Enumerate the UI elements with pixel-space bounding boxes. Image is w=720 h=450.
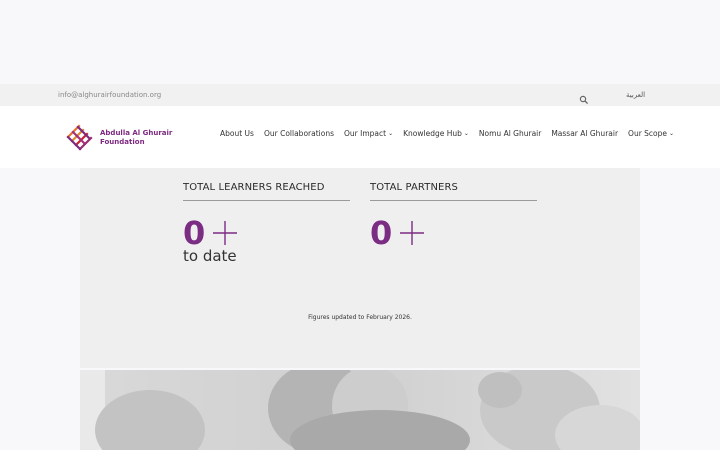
logo-text-line2: Foundation (100, 138, 145, 146)
nav-item-label: About Us (220, 129, 254, 138)
stat-number: 0 (183, 215, 350, 251)
chevron-down-icon: ⌄ (669, 130, 675, 137)
nav-item-our-impact[interactable]: Our Impact ⌄ (344, 129, 393, 138)
stat-label: TOTAL LEARNERS REACHED (183, 182, 350, 201)
nav-menu: About Us Our Collaborations Our Impact ⌄… (220, 129, 674, 138)
language-switch-link[interactable]: العربية (626, 91, 645, 99)
contact-email-link[interactable]: info@alghurairfoundation.org (58, 91, 161, 99)
foundation-logo[interactable]: Abdulla Al Ghurair Foundation (64, 123, 172, 155)
stat-total-partners: TOTAL PARTNERS 0 (370, 182, 537, 251)
stat-value: 0 (370, 214, 393, 252)
nav-item-label: Massar Al Ghurair (551, 129, 619, 138)
logo-text-line1: Abdulla Al Ghurair (100, 129, 173, 137)
stat-label: TOTAL PARTNERS (370, 182, 537, 201)
nav-item-label: Nomu Al Ghurair (478, 129, 542, 138)
nav-item-nomu-al-ghurair[interactable]: Nomu Al Ghurair (479, 129, 541, 138)
nav-item-label: Our Scope (628, 129, 668, 138)
stat-total-learners: TOTAL LEARNERS REACHED 0 to date (183, 182, 350, 265)
stat-suffix: to date (183, 247, 237, 265)
nav-item-massar-al-ghurair[interactable]: Massar Al Ghurair (551, 129, 618, 138)
figures-updated-note: Figures updated to February 2026. (308, 314, 412, 321)
nav-item-label: Our Collaborations (263, 129, 334, 138)
impact-stats-section: TOTAL LEARNERS REACHED 0 to date TOTAL P… (80, 168, 640, 368)
search-icon[interactable] (579, 90, 589, 105)
top-bar: info@alghurairfoundation.org العربية (0, 84, 720, 106)
chevron-down-icon: ⌄ (463, 130, 469, 137)
nav-item-about-us[interactable]: About Us (220, 129, 254, 138)
stat-number: 0 (370, 215, 537, 251)
hero-photo (80, 370, 640, 450)
logo-mark-icon (66, 124, 93, 151)
main-navigation: Abdulla Al Ghurair Foundation About Us O… (0, 106, 720, 168)
plus-icon (400, 221, 425, 245)
nav-item-label: Our Impact (344, 129, 387, 138)
stat-value: 0 (183, 214, 206, 252)
nav-item-label: Knowledge Hub (403, 129, 462, 138)
nav-item-our-collaborations[interactable]: Our Collaborations (264, 129, 334, 138)
plus-icon (213, 221, 238, 245)
chevron-down-icon: ⌄ (388, 130, 394, 137)
students-photo-image (80, 370, 640, 450)
nav-item-knowledge-hub[interactable]: Knowledge Hub ⌄ (403, 129, 469, 138)
nav-item-our-scope[interactable]: Our Scope ⌄ (628, 129, 674, 138)
